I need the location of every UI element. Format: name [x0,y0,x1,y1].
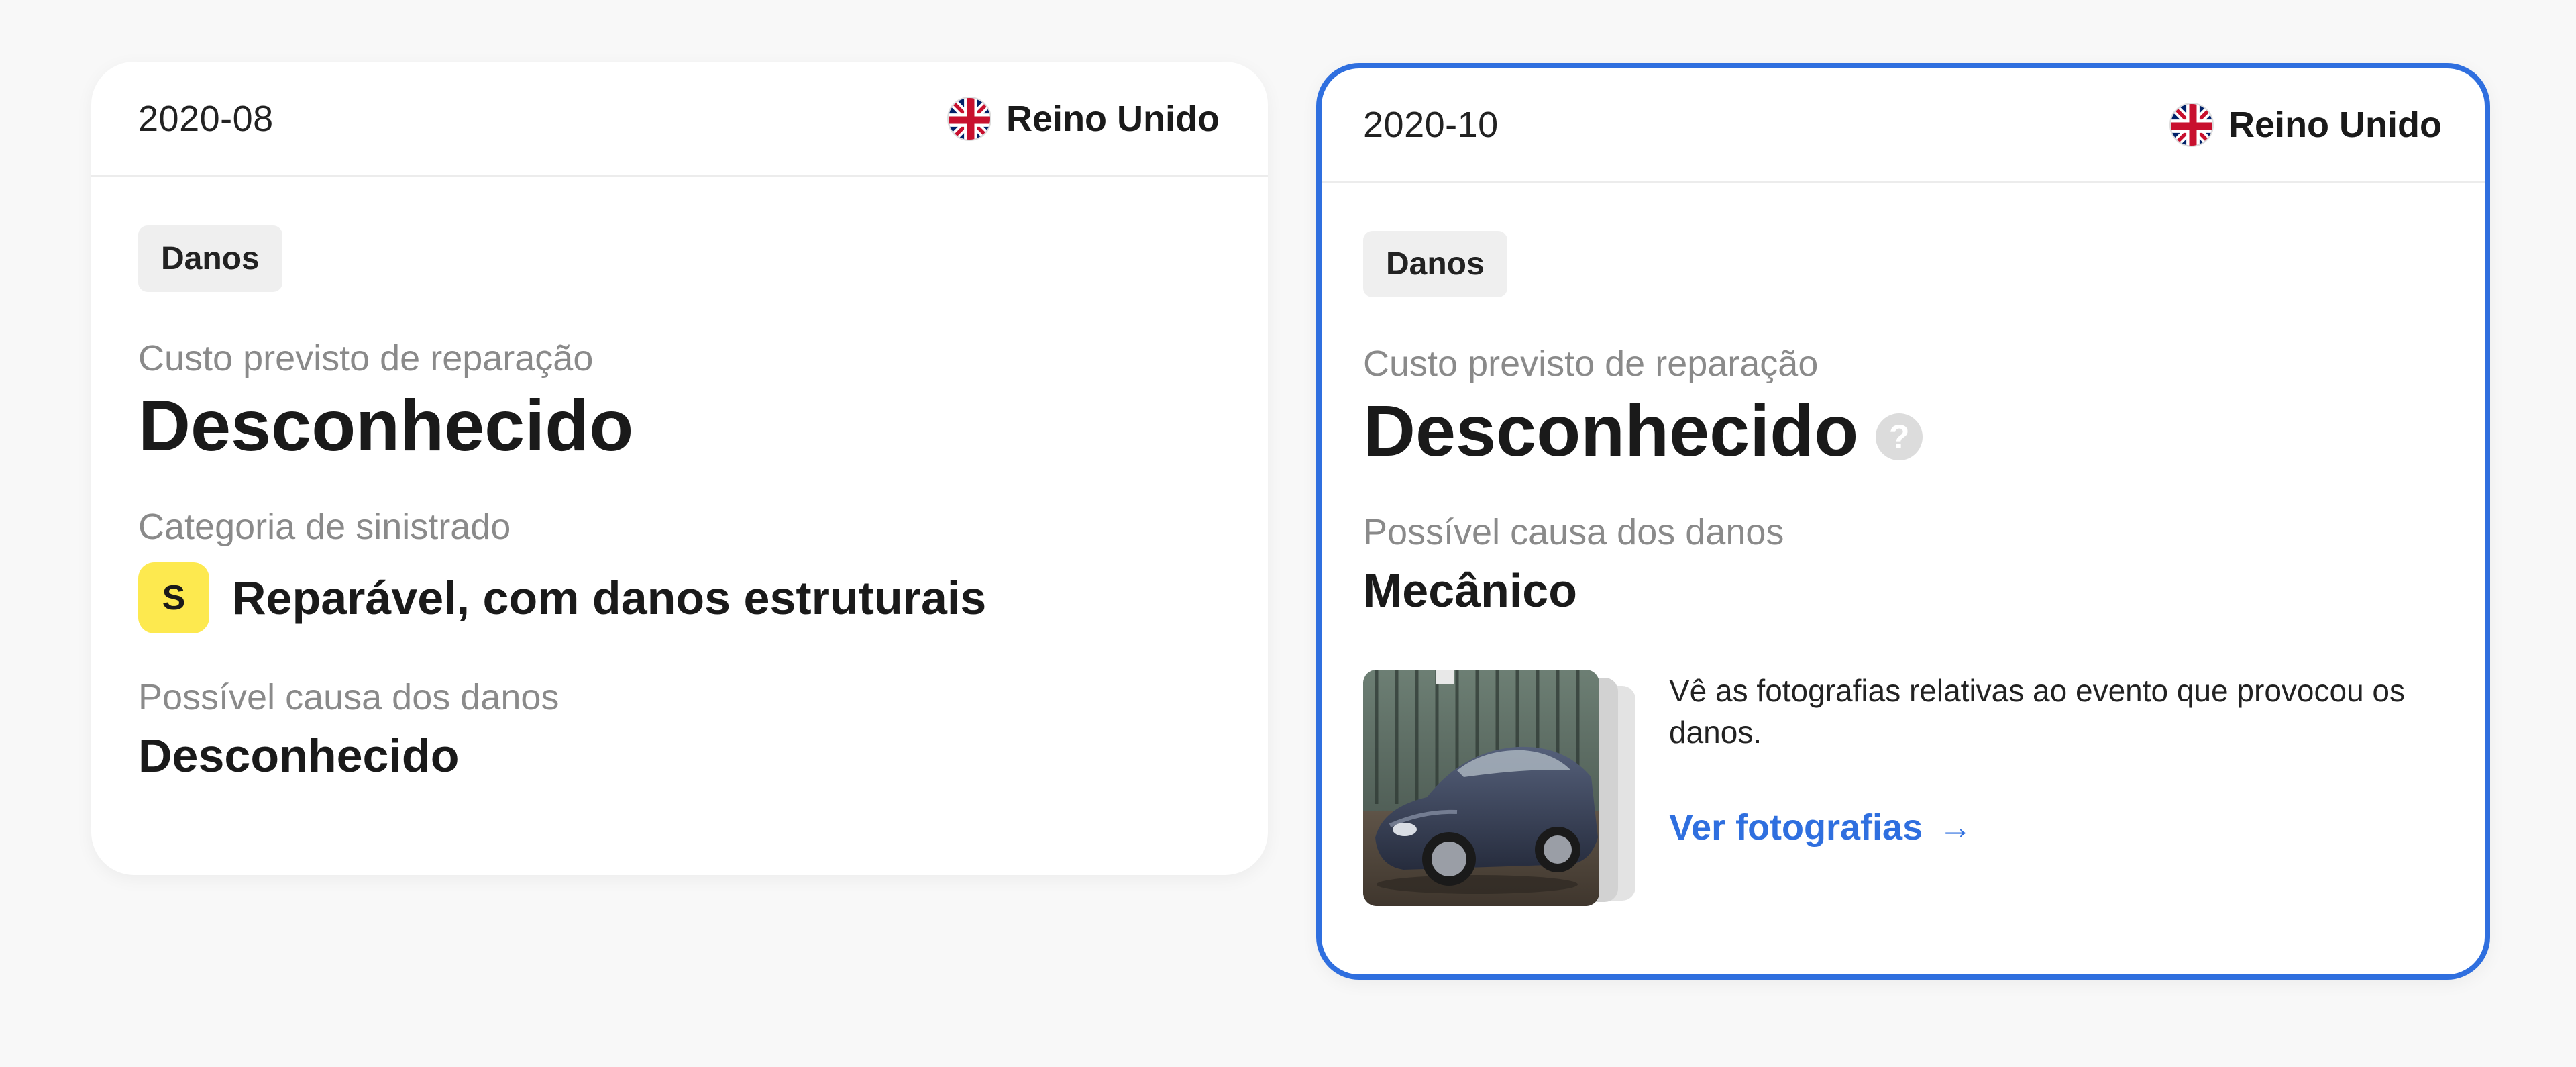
damage-cause-label: Possível causa dos danos [138,677,559,717]
record-date: 2020-08 [138,98,274,139]
photos-section: Vê as fotografias relativas ao evento qu… [1363,670,2443,906]
view-photos-label: Ver fotografias [1669,807,1923,848]
record-date: 2020-10 [1363,104,1499,145]
country-name: Reino Unido [1006,98,1220,139]
photos-info: Vê as fotografias relativas ao evento qu… [1669,670,2443,848]
repair-cost-label: Custo previsto de reparação [138,338,594,378]
country: Reino Unido [2169,102,2442,147]
damage-cause-label: Possível causa dos danos [1363,512,1784,552]
card-header: 2020-10 Reino Unido [1322,68,2485,183]
repair-cost-value: Desconhecido ? [1363,389,2443,472]
event-type-badge: Danos [138,225,282,292]
card-body: Danos Custo previsto de reparação Descon… [91,177,1268,782]
photos-description: Vê as fotografias relativas ao evento qu… [1669,673,2406,750]
damage-record-card-2020-10[interactable]: 2020-10 Reino Unido Danos Custo previsto… [1316,63,2490,980]
damage-photo-thumbnail[interactable] [1363,670,1599,906]
damage-record-card-2020-08: 2020-08 Reino Unido Danos Custo previsto… [91,62,1268,875]
repair-cost-text: Desconhecido [1363,390,1859,471]
arrow-right-icon: → [1939,809,1973,846]
country: Reino Unido [947,96,1220,141]
event-type-badge: Danos [1363,231,1507,297]
category-text: Reparável, com danos estruturais [232,572,987,624]
card-body: Danos Custo previsto de reparação Descon… [1322,183,2485,906]
repair-cost-text: Desconhecido [138,385,634,466]
damage-cause-value: Mecânico [1363,564,1577,617]
repair-cost-value: Desconhecido [138,383,1221,467]
question-mark-icon[interactable]: ? [1876,413,1923,460]
category-row: S Reparável, com danos estruturais [138,562,1221,633]
category-code-badge: S [138,562,209,633]
photo-stack[interactable] [1363,670,1635,906]
country-name: Reino Unido [2229,104,2442,145]
uk-flag-icon [947,96,992,141]
card-header: 2020-08 Reino Unido [91,62,1268,177]
uk-flag-icon [2169,102,2214,147]
view-photos-link[interactable]: Ver fotografias → [1669,807,1972,848]
repair-cost-label: Custo previsto de reparação [1363,344,1819,384]
category-label: Categoria de sinistrado [138,507,511,547]
damage-cause-value: Desconhecido [138,729,460,782]
